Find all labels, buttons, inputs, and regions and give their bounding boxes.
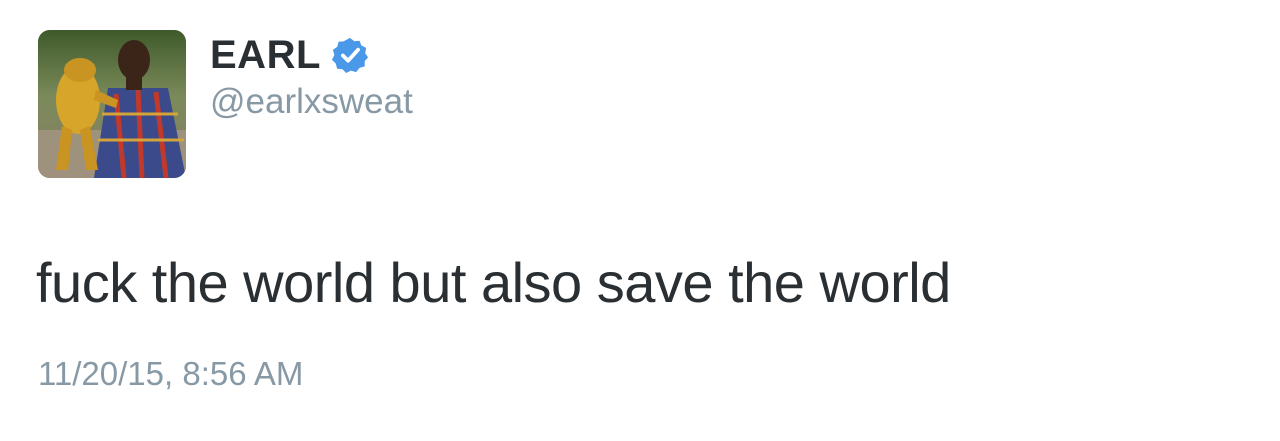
- avatar[interactable]: [38, 30, 186, 178]
- display-name[interactable]: EARL: [210, 30, 321, 80]
- author-row[interactable]: EARL: [210, 30, 369, 80]
- avatar-image: [38, 30, 186, 178]
- user-handle[interactable]: @earlxsweat: [210, 80, 413, 124]
- tweet-timestamp[interactable]: 11/20/15, 8:56 AM: [38, 352, 303, 396]
- verified-badge-icon: [331, 36, 369, 74]
- tweet-text: fuck the world but also save the world: [36, 251, 951, 314]
- tweet-card: EARL @earlxsweat fuck the world but also…: [0, 0, 1280, 441]
